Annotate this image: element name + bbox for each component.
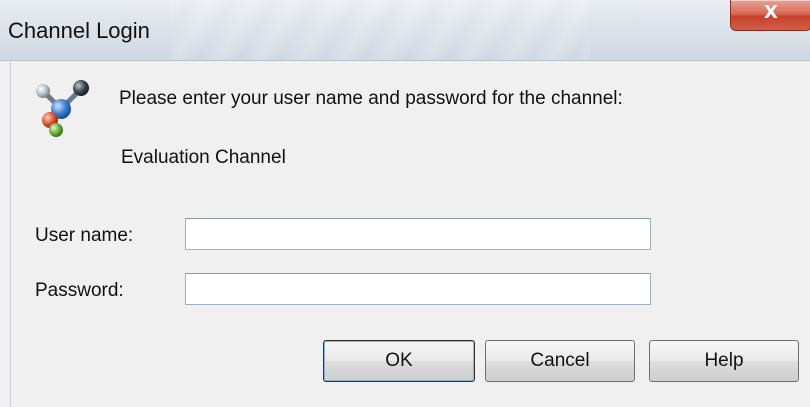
help-button[interactable]: Help	[649, 340, 799, 382]
username-label: User name:	[35, 225, 134, 246]
close-button[interactable]: X	[730, 0, 810, 31]
login-prompt: Please enter your user name and password…	[119, 88, 623, 109]
title-bar[interactable]: Channel Login X	[0, 0, 810, 61]
password-label: Password:	[35, 280, 124, 301]
channel-name: Evaluation Channel	[121, 147, 286, 168]
close-icon: X	[764, 2, 778, 23]
window-title: Channel Login	[8, 18, 150, 43]
ok-button[interactable]: OK	[323, 340, 475, 382]
cancel-button[interactable]: Cancel	[485, 340, 635, 382]
channel-login-dialog: Channel Login X Please enter your user n…	[0, 0, 810, 407]
password-input[interactable]	[185, 273, 651, 305]
username-input[interactable]	[185, 218, 651, 250]
channel-network-icon	[36, 80, 89, 137]
dialog-body: Please enter your user name and password…	[10, 61, 810, 407]
title-bar-sheen	[170, 0, 590, 60]
